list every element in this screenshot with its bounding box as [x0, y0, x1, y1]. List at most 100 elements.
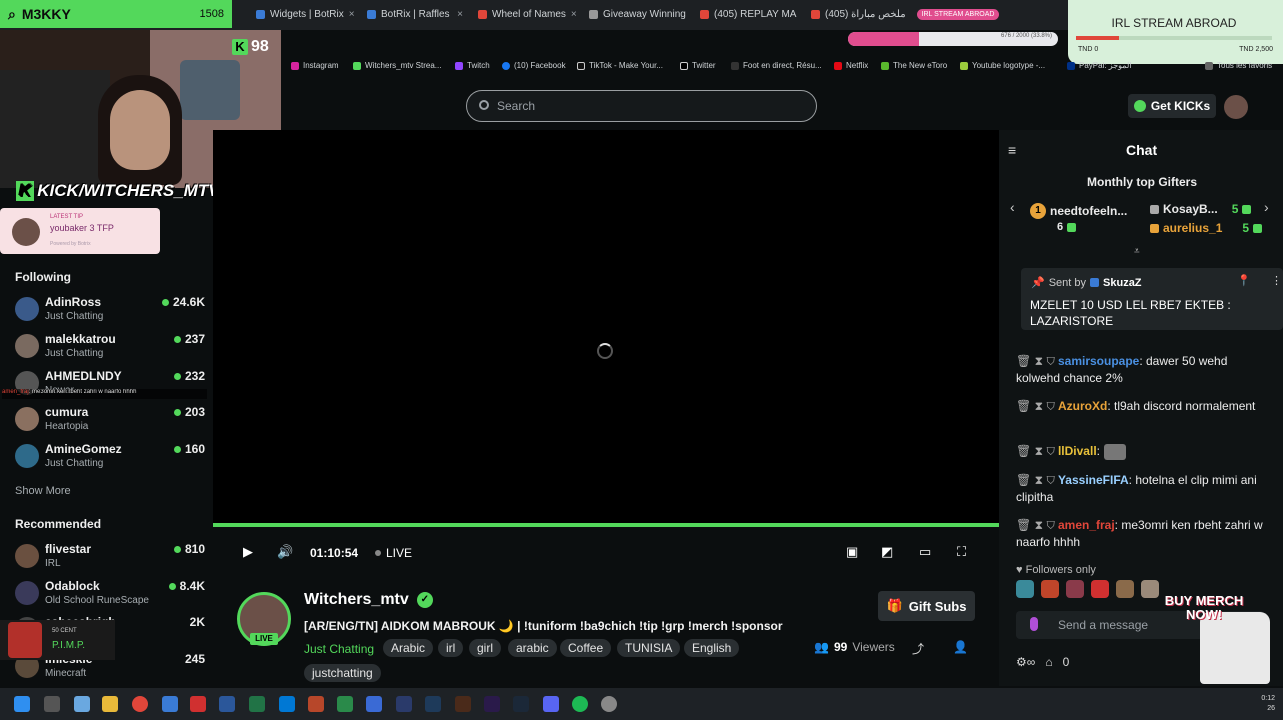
mod-actions-icon[interactable]: 🗑 ⧗ ⛉ — [1016, 444, 1055, 458]
clip-button[interactable]: ▣ — [846, 544, 858, 560]
get-kicks-button[interactable]: Get KICKs — [1128, 94, 1216, 118]
spotify-icon[interactable] — [572, 696, 588, 712]
bookmark-twitch[interactable]: Twitch — [455, 61, 490, 70]
top-gifter-3[interactable]: aurelius_1 5 — [1150, 221, 1263, 235]
bookmark-netflix[interactable]: Netflix — [834, 61, 868, 70]
bookmark-all-favorites[interactable]: Tous les favoris — [1205, 61, 1272, 70]
tag-girl[interactable]: girl — [469, 639, 502, 657]
powerpoint-icon[interactable] — [308, 696, 324, 712]
after-effects-icon[interactable] — [396, 696, 412, 712]
photoshop-icon[interactable] — [425, 696, 441, 712]
tab-widgets-botrix[interactable]: Widgets | BotRix × — [250, 4, 358, 24]
obs-icon[interactable] — [601, 696, 617, 712]
emote-icon[interactable] — [1041, 580, 1059, 598]
follow-user-icon[interactable]: 👤 — [953, 640, 968, 654]
close-tab-icon[interactable]: × — [457, 9, 463, 20]
play-button[interactable]: ▶ — [243, 544, 253, 560]
chat-username[interactable]: amen_fraj — [1058, 518, 1115, 532]
tag-justchatting[interactable]: justchatting — [304, 664, 381, 682]
tab-replay[interactable]: (405) REPLAY MA × — [694, 4, 802, 24]
mod-actions-icon[interactable]: 🗑 ⧗ ⛉ — [1016, 518, 1055, 532]
volume-button[interactable]: 🔊 — [277, 544, 293, 560]
bookmark-tiktok[interactable]: TikTok - Make Your... — [577, 61, 663, 70]
top-gifter-2[interactable]: KosayB... 5 — [1150, 202, 1252, 216]
tag-irl[interactable]: irl — [438, 639, 464, 657]
illustrator-icon[interactable] — [455, 696, 471, 712]
search-input[interactable]: Search — [466, 90, 817, 122]
bookmark-etoro[interactable]: The New eToro — [881, 61, 947, 70]
stream-category[interactable]: Just Chatting — [304, 642, 374, 656]
theater-mode-button[interactable]: ▭ — [919, 544, 931, 560]
fullscreen-button[interactable]: ⛶ — [957, 544, 966, 560]
tag-english[interactable]: English — [684, 639, 740, 657]
mod-actions-icon[interactable]: 🗑 ⧗ ⛉ — [1016, 354, 1055, 368]
tag-arabic-lower[interactable]: arabic — [508, 639, 557, 657]
mic-icon[interactable] — [1030, 617, 1038, 631]
outlook-icon[interactable] — [279, 696, 295, 712]
tag-arabic[interactable]: Arabic — [383, 639, 434, 657]
user-avatar[interactable] — [1224, 95, 1248, 119]
chrome-icon[interactable] — [132, 696, 148, 712]
sidebar-item-cumura[interactable]: cumura Heartopia 203 — [15, 404, 205, 438]
bookmark-instagram[interactable]: Instagram — [291, 61, 339, 70]
collapse-chat-icon[interactable]: ≡ — [1008, 142, 1016, 158]
word-icon[interactable] — [219, 696, 235, 712]
bookmark-paypal[interactable]: PayPal: الموجز — [1067, 61, 1132, 70]
emote-icon[interactable] — [1016, 580, 1034, 598]
tag-tunisia[interactable]: TUNISIA — [617, 639, 681, 657]
vscode-icon[interactable] — [366, 696, 382, 712]
unpin-icon[interactable]: 📍 — [1237, 274, 1251, 287]
chat-username[interactable]: llDivall — [1058, 444, 1097, 458]
more-options-icon[interactable]: ⋮ — [1271, 274, 1282, 287]
close-tab-icon[interactable]: × — [571, 9, 577, 20]
settings-icon[interactable]: ⚙∞ — [1016, 655, 1035, 669]
system-clock[interactable]: 0:12 26 — [1261, 694, 1275, 714]
tab-wheel-of-names[interactable]: Wheel of Names × — [472, 4, 580, 24]
bookmark-facebook[interactable]: (10) Facebook — [502, 61, 566, 70]
gift-subs-button[interactable]: 🎁 Gift Subs — [878, 591, 975, 621]
gifters-next-icon[interactable]: › — [1264, 199, 1269, 215]
emote-icon[interactable] — [1116, 580, 1134, 598]
tab-m3kky[interactable]: ⌕ M3KKY 1508 — [0, 0, 232, 28]
discord-icon[interactable] — [543, 696, 559, 712]
copilot-icon[interactable] — [74, 696, 90, 712]
gift-box-icon[interactable]: ⌂ — [1045, 655, 1052, 669]
project-icon[interactable] — [337, 696, 353, 712]
video-progress-bar[interactable] — [213, 523, 999, 527]
app-red-icon[interactable] — [190, 696, 206, 712]
bookmark-twitter[interactable]: Twitter — [680, 61, 716, 70]
video-player[interactable] — [213, 130, 999, 525]
tab-botrix-raffles[interactable]: BotRix | Raffles × — [361, 4, 469, 24]
sidebar-item-adinross[interactable]: AdinRoss Just Chatting 24.6K — [15, 294, 205, 328]
expand-gifters-icon[interactable]: ⩡ — [1134, 246, 1140, 257]
tag-coffee[interactable]: Coffee — [560, 639, 612, 657]
sidebar-item-malekkatrou[interactable]: malekkatrou Just Chatting 237 — [15, 331, 205, 365]
sidebar-item-odablock[interactable]: Odablock Old School RuneScape 8.4K — [15, 578, 205, 612]
streamer-name[interactable]: Witchers_mtv ✓ — [304, 591, 433, 609]
chat-username[interactable]: AzuroXd — [1058, 399, 1107, 413]
picture-in-picture-button[interactable]: ◩ — [881, 544, 893, 560]
task-view-icon[interactable] — [44, 696, 60, 712]
tab-match-summary[interactable]: (405) ملخص مباراة IRL STREAM ABROAD — [805, 4, 1035, 24]
share-icon[interactable]: ⤴ — [912, 640, 924, 657]
gifters-prev-icon[interactable]: ‹ — [1010, 199, 1015, 215]
chat-username[interactable]: YassineFIFA — [1058, 473, 1129, 487]
premiere-icon[interactable] — [484, 696, 500, 712]
sidebar-item-aminegomez[interactable]: AmineGomez Just Chatting 160 — [15, 441, 205, 475]
bookmark-youtube-logo[interactable]: Youtube logotype -... — [960, 61, 1045, 70]
close-tab-icon[interactable]: × — [801, 9, 802, 20]
store-icon[interactable] — [162, 696, 178, 712]
tab-giveaway[interactable]: Giveaway Winning× — [583, 4, 691, 24]
excel-icon[interactable] — [249, 696, 265, 712]
show-more-link[interactable]: Show More — [15, 485, 71, 497]
steam-icon[interactable] — [513, 696, 529, 712]
windows-start-icon[interactable] — [14, 696, 30, 712]
chat-username[interactable]: samirsoupape — [1058, 354, 1139, 368]
sidebar-item-flivestar[interactable]: flivestar IRL 810 — [15, 541, 205, 575]
file-explorer-icon[interactable] — [102, 696, 118, 712]
bookmark-foot[interactable]: Foot en direct, Résu... — [731, 61, 822, 70]
bookmark-witchers[interactable]: Witchers_mtv Strea... — [353, 61, 441, 70]
emote-icon[interactable] — [1091, 580, 1109, 598]
top-gifter-1[interactable]: 1 needtofeeln... — [1030, 203, 1127, 219]
mod-actions-icon[interactable]: 🗑 ⧗ ⛉ — [1016, 473, 1055, 487]
